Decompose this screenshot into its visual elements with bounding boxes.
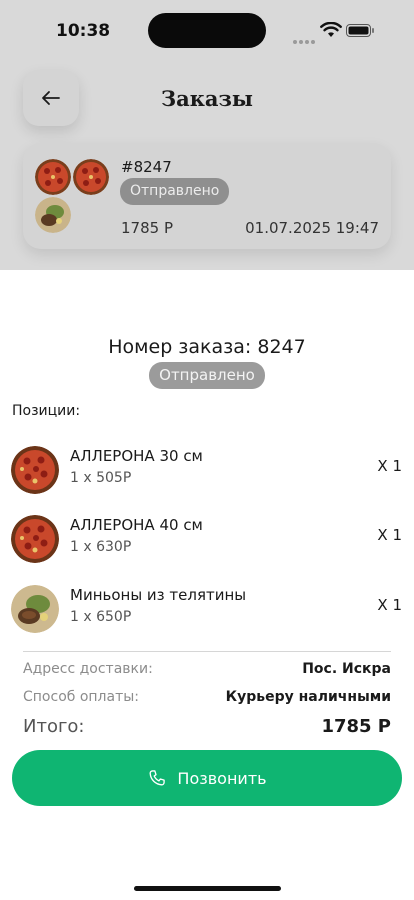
item-price: 1 x 630P bbox=[70, 539, 132, 555]
order-card[interactable]: #8247 Отправлено 1785 Р 01.07.2025 19:47 bbox=[23, 143, 391, 249]
positions-label: Позиции: bbox=[12, 403, 81, 419]
total-row: Итого: 1785 Р bbox=[23, 716, 391, 742]
dynamic-island bbox=[148, 13, 266, 48]
home-indicator[interactable] bbox=[134, 886, 281, 891]
status-badge: Отправлено bbox=[120, 178, 230, 205]
item-name: АЛЛЕРОНА 30 см bbox=[70, 447, 203, 465]
item-quantity: X 1 bbox=[377, 457, 402, 475]
meat-thumbnail bbox=[35, 197, 71, 233]
wifi-icon bbox=[320, 22, 342, 37]
item-quantity: X 1 bbox=[377, 526, 402, 544]
order-details-title: Номер заказа: 8247 bbox=[108, 336, 306, 358]
delivery-address-row: Адресс доставки: Пос. Искра bbox=[23, 661, 391, 681]
item-name: Миньоны из телятины bbox=[70, 586, 247, 604]
list-item: АЛЛЕРОНА 30 см 1 x 505P X 1 bbox=[0, 442, 414, 498]
call-button[interactable]: Позвонить bbox=[12, 750, 402, 806]
order-details-sheet: Номер заказа: 8247 Отправлено Позиции: А… bbox=[0, 270, 414, 900]
pizza-image bbox=[11, 515, 59, 563]
page-title: Заказы bbox=[161, 86, 253, 111]
order-price: 1785 Р bbox=[121, 219, 173, 237]
status-time: 10:38 bbox=[56, 21, 111, 41]
order-number: #8247 bbox=[121, 158, 172, 176]
pizza-thumbnail bbox=[35, 159, 71, 195]
battery-icon bbox=[346, 24, 374, 37]
status-badge: Отправлено bbox=[149, 362, 265, 389]
item-price: 1 x 650P bbox=[70, 609, 132, 625]
order-date: 01.07.2025 19:47 bbox=[245, 219, 379, 237]
call-button-label: Позвонить bbox=[177, 768, 267, 788]
item-name: АЛЛЕРОНА 40 см bbox=[70, 516, 203, 534]
delivery-address-value: Пос. Искра bbox=[302, 661, 391, 677]
pizza-image bbox=[11, 446, 59, 494]
item-quantity: X 1 bbox=[377, 596, 402, 614]
total-label: Итого: bbox=[23, 716, 85, 737]
delivery-address-label: Адресс доставки: bbox=[23, 661, 153, 677]
payment-method-value: Курьеру наличными bbox=[225, 689, 391, 705]
list-item: АЛЛЕРОНА 40 см 1 x 630P X 1 bbox=[0, 511, 414, 567]
total-value: 1785 Р bbox=[321, 716, 391, 737]
pizza-thumbnail bbox=[73, 159, 109, 195]
payment-method-label: Способ оплаты: bbox=[23, 689, 140, 705]
meat-image bbox=[11, 585, 59, 633]
status-bar: 10:38 bbox=[0, 0, 414, 60]
divider bbox=[23, 651, 391, 652]
payment-method-row: Способ оплаты: Курьеру наличными bbox=[23, 689, 391, 709]
phone-icon bbox=[149, 770, 166, 786]
orders-list-backdrop: 10:38 Заказы #8247 Отправлено 1785 Р 01.… bbox=[0, 0, 414, 270]
list-item: Миньоны из телятины 1 x 650P X 1 bbox=[0, 581, 414, 637]
item-price: 1 x 505P bbox=[70, 470, 132, 486]
order-thumbnails bbox=[35, 159, 111, 235]
signal-icon bbox=[293, 29, 317, 44]
